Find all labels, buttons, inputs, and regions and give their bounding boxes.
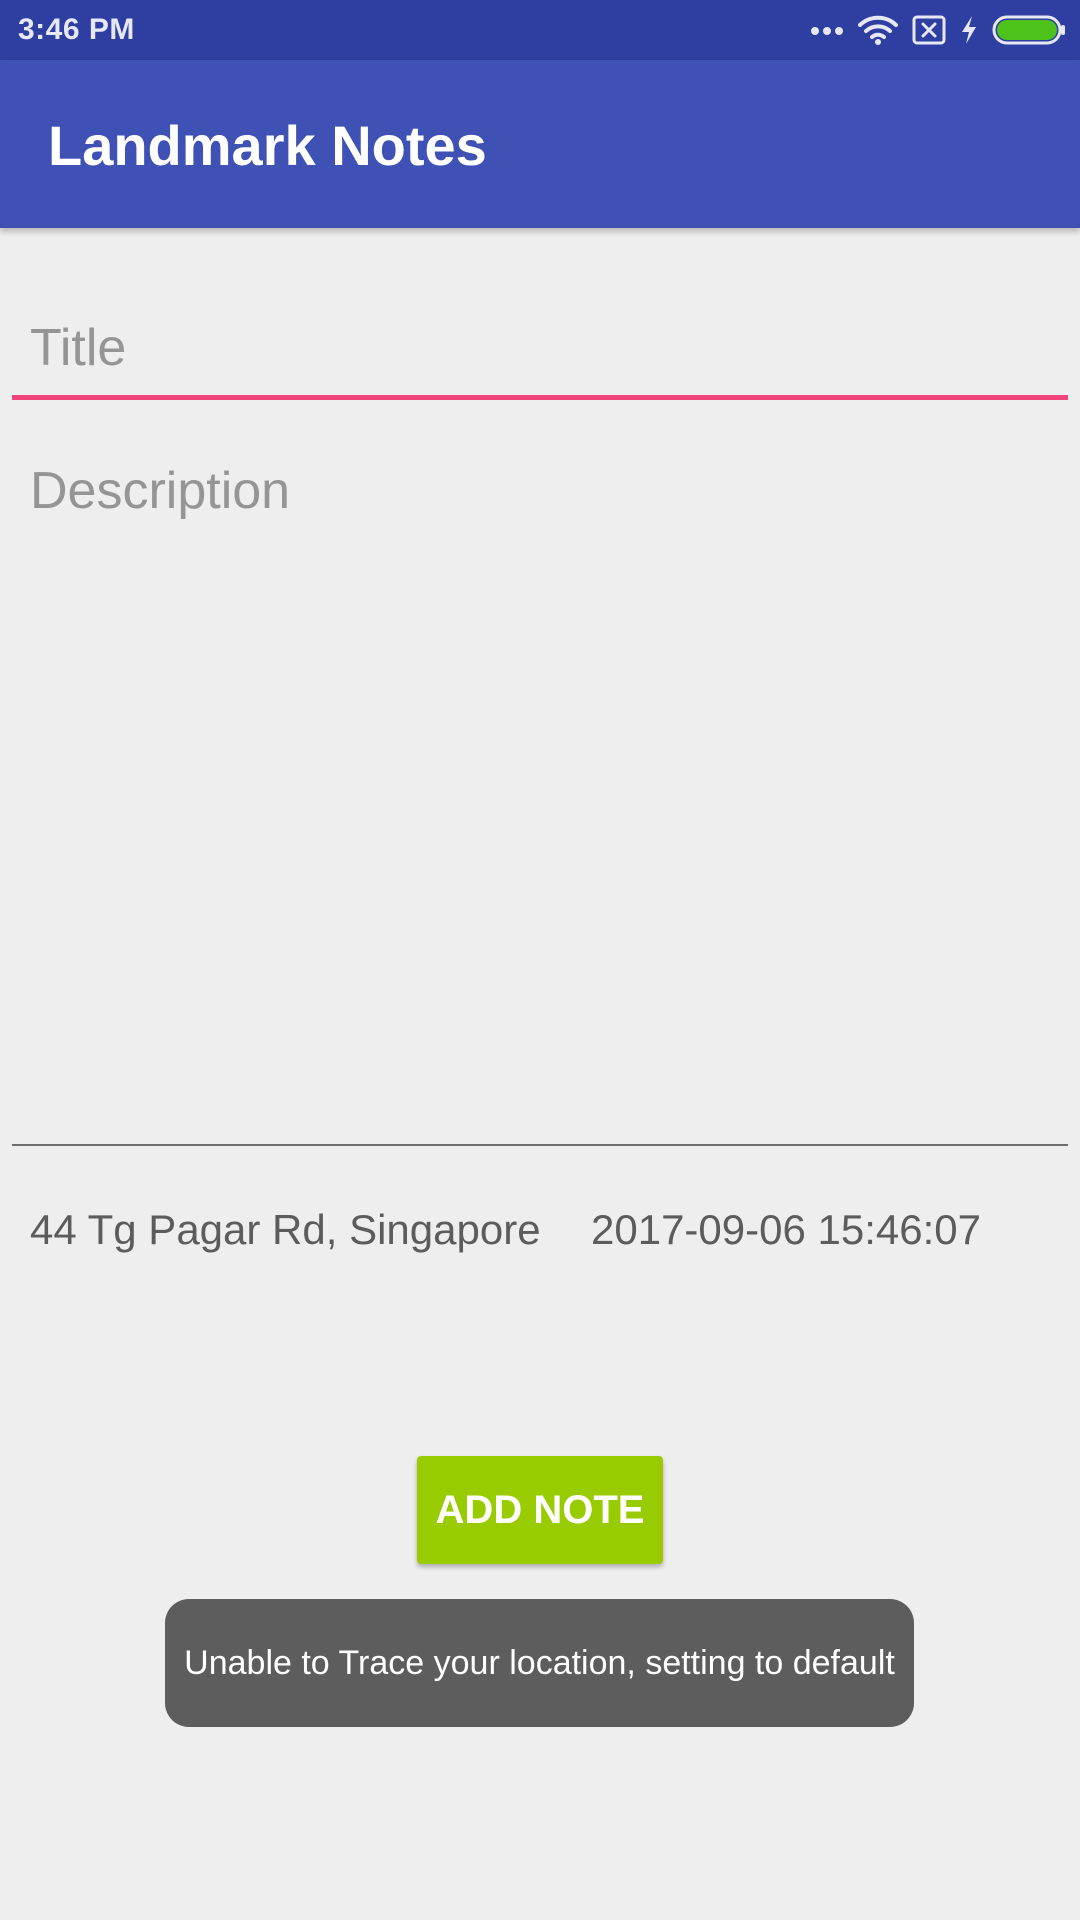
title-field (12, 300, 1068, 400)
toast-text: Unable to Trace your location, setting t… (184, 1643, 895, 1682)
location-text: 44 Tg Pagar Rd, Singapore (30, 1206, 541, 1253)
title-input[interactable] (12, 300, 1068, 396)
charging-bolt-icon (960, 15, 978, 45)
toast-message: Unable to Trace your location, setting t… (165, 1599, 914, 1727)
sim-missing-icon (912, 15, 946, 45)
status-icons (810, 12, 1066, 48)
description-input[interactable] (12, 452, 1068, 1138)
status-bar: 3:46 PM (0, 0, 1080, 60)
description-underline (12, 1144, 1068, 1146)
battery-icon (992, 15, 1066, 45)
description-field (12, 452, 1068, 1146)
title-focus-underline (12, 395, 1068, 400)
app-bar: Landmark Notes (0, 60, 1080, 228)
add-note-button[interactable]: ADD NOTE (417, 1456, 663, 1564)
wifi-icon (858, 15, 898, 45)
datetime-text: 2017-09-06 15:46:07 (591, 1206, 981, 1253)
status-time: 3:46 PM (18, 13, 135, 46)
app-title: Landmark Notes (48, 114, 487, 177)
more-dots-icon (810, 24, 844, 36)
